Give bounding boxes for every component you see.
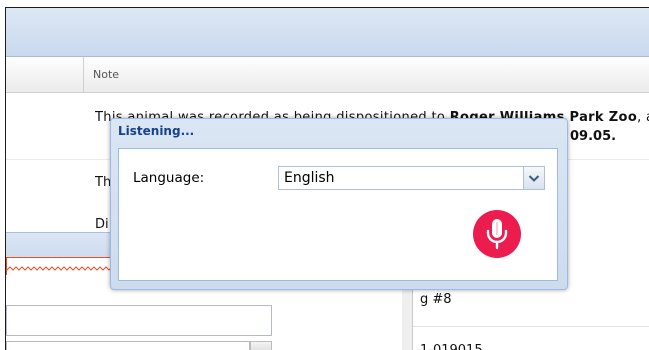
column-header-note[interactable]: Note <box>84 57 649 92</box>
text-input-field[interactable] <box>6 305 272 336</box>
grid-row-1-note-line2: 09.05. <box>570 129 617 144</box>
mic-button[interactable] <box>473 210 521 258</box>
side-grid-row-1[interactable]: g #8 <box>420 291 452 309</box>
language-select-value: English <box>284 170 335 186</box>
dialog-title[interactable]: Listening... <box>118 123 194 139</box>
listening-dialog[interactable]: Listening... Language: English <box>110 118 568 290</box>
column-header-note-label: Note <box>93 68 120 81</box>
combo-trigger-button[interactable] <box>250 341 272 350</box>
grid-panel-header <box>6 8 649 57</box>
language-select-trigger[interactable] <box>523 167 544 189</box>
language-select[interactable]: English <box>278 166 545 190</box>
side-row-separator <box>413 326 649 327</box>
language-label: Language: <box>133 170 205 186</box>
splitter-bar[interactable] <box>402 290 412 350</box>
combo-field[interactable] <box>6 341 250 350</box>
dialog-body: Language: English <box>118 148 558 281</box>
grid-row-2-note[interactable]: Th <box>95 174 111 192</box>
chevron-down-icon <box>528 175 540 182</box>
side-grid-row-2-text: 1-019015 <box>420 343 483 350</box>
column-header-first[interactable] <box>6 57 84 92</box>
side-grid-border <box>412 290 413 350</box>
note-text-tail: , a <box>637 110 649 125</box>
microphone-icon <box>486 219 508 250</box>
side-grid-row-2[interactable]: 1-019015 <box>420 339 540 350</box>
grid-column-header-row: Note <box>6 57 649 93</box>
chevron-down-path <box>528 175 540 182</box>
